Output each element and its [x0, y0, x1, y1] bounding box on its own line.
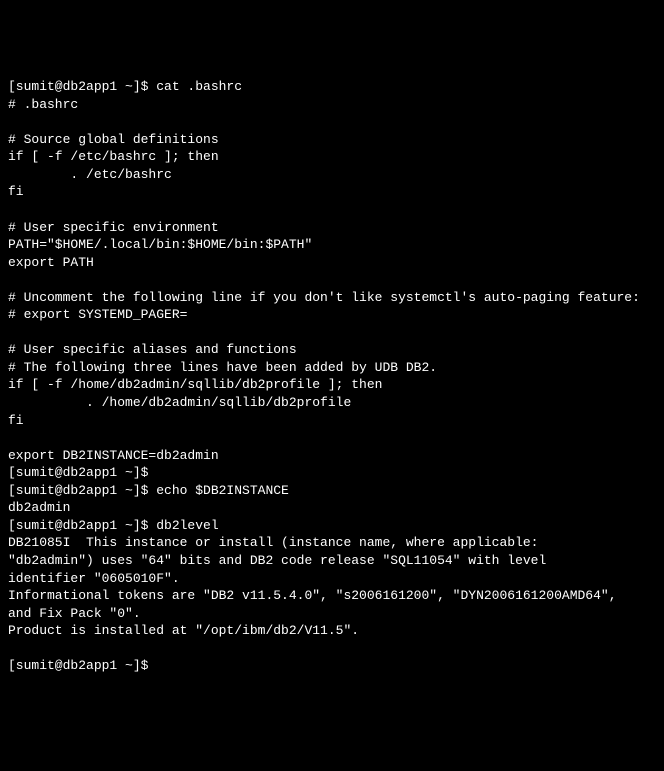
terminal-line [8, 201, 656, 219]
terminal-line: PATH="$HOME/.local/bin:$HOME/bin:$PATH" [8, 236, 656, 254]
terminal-line: export PATH [8, 254, 656, 272]
terminal-line: # User specific environment [8, 219, 656, 237]
terminal-line: "db2admin") uses "64" bits and DB2 code … [8, 552, 656, 570]
terminal-line: # User specific aliases and functions [8, 341, 656, 359]
terminal-line: # export SYSTEMD_PAGER= [8, 306, 656, 324]
terminal-line: db2admin [8, 499, 656, 517]
terminal-line [8, 640, 656, 658]
terminal-window[interactable]: [sumit@db2app1 ~]$ cat .bashrc# .bashrc … [8, 78, 656, 675]
terminal-line: [sumit@db2app1 ~]$ cat .bashrc [8, 78, 656, 96]
terminal-line: if [ -f /etc/bashrc ]; then [8, 148, 656, 166]
terminal-line: # The following three lines have been ad… [8, 359, 656, 377]
terminal-line: [sumit@db2app1 ~]$ echo $DB2INSTANCE [8, 482, 656, 500]
terminal-line: and Fix Pack "0". [8, 605, 656, 623]
terminal-line: [sumit@db2app1 ~]$ [8, 464, 656, 482]
terminal-line: Informational tokens are "DB2 v11.5.4.0"… [8, 587, 656, 605]
terminal-line: identifier "0605010F". [8, 570, 656, 588]
terminal-line [8, 113, 656, 131]
terminal-line [8, 429, 656, 447]
terminal-line: [sumit@db2app1 ~]$ db2level [8, 517, 656, 535]
terminal-line: # Source global definitions [8, 131, 656, 149]
terminal-line: if [ -f /home/db2admin/sqllib/db2profile… [8, 376, 656, 394]
terminal-line: . /etc/bashrc [8, 166, 656, 184]
terminal-line: fi [8, 183, 656, 201]
terminal-line: # .bashrc [8, 96, 656, 114]
terminal-line: . /home/db2admin/sqllib/db2profile [8, 394, 656, 412]
terminal-line: Product is installed at "/opt/ibm/db2/V1… [8, 622, 656, 640]
terminal-line: DB21085I This instance or install (insta… [8, 534, 656, 552]
terminal-line: fi [8, 412, 656, 430]
terminal-prompt[interactable]: [sumit@db2app1 ~]$ [8, 657, 656, 675]
terminal-line [8, 324, 656, 342]
terminal-line: # Uncomment the following line if you do… [8, 289, 656, 307]
terminal-line: export DB2INSTANCE=db2admin [8, 447, 656, 465]
terminal-line [8, 271, 656, 289]
